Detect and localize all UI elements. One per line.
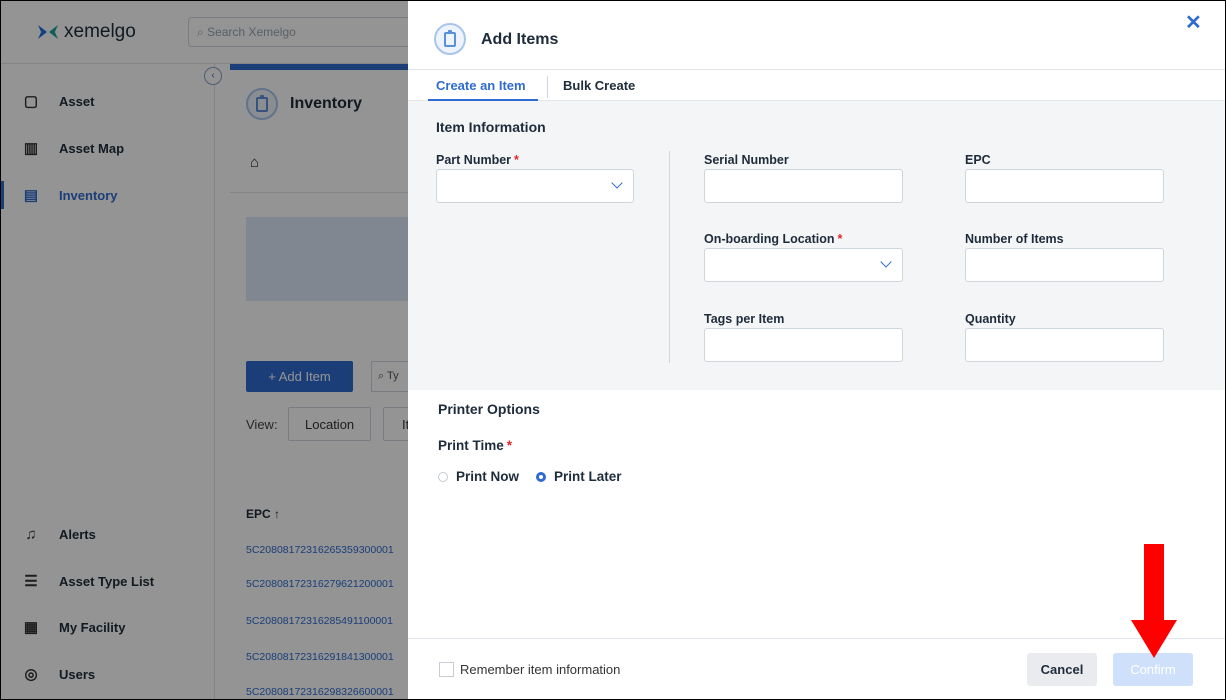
print-time-label-text: Print Time [438, 438, 504, 453]
remember-item-checkbox[interactable] [439, 662, 454, 677]
epc-label: EPC [965, 153, 991, 167]
print-now-label[interactable]: Print Now [456, 469, 519, 484]
part-number-dropdown[interactable] [436, 169, 634, 203]
modal-backdrop[interactable] [0, 0, 408, 700]
print-later-radio[interactable] [536, 471, 546, 482]
onboarding-location-label-text: On-boarding Location [704, 232, 835, 246]
arrow-shaft [1144, 544, 1164, 622]
serial-number-label: Serial Number [704, 153, 789, 167]
tags-per-item-label: Tags per Item [704, 312, 785, 326]
printer-options-title: Printer Options [438, 401, 540, 417]
print-later-label[interactable]: Print Later [554, 469, 622, 484]
number-of-items-label: Number of Items [965, 232, 1064, 246]
item-information-title: Item Information [436, 119, 546, 135]
chevron-down-icon [880, 256, 892, 268]
column-divider [669, 151, 670, 363]
print-time-label: Print Time * [438, 438, 513, 453]
print-time-options: Print Now Print Later [438, 469, 622, 484]
drawer-title: Add Items [481, 31, 559, 48]
tab-create-an-item[interactable]: Create an Item [436, 78, 526, 93]
clipboard-icon [434, 23, 466, 55]
remember-item-label[interactable]: Remember item information [460, 662, 620, 677]
part-number-label-text: Part Number [436, 153, 512, 167]
close-icon[interactable]: ✕ [1185, 10, 1202, 35]
onboarding-location-dropdown[interactable] [704, 248, 903, 282]
epc-field[interactable] [965, 169, 1164, 203]
tags-per-item-field[interactable] [704, 328, 903, 362]
arrow-head [1131, 620, 1177, 658]
drawer-footer: Remember item information Cancel Confirm [408, 638, 1226, 700]
drawer-header: Add Items ✕ [408, 0, 1226, 70]
item-information-section: Item Information Part Number * Serial Num… [408, 101, 1226, 390]
serial-number-field[interactable] [704, 169, 903, 203]
quantity-field[interactable] [965, 328, 1164, 362]
add-items-drawer: Add Items ✕ Create an Item Bulk Create I… [408, 0, 1226, 700]
print-now-radio[interactable] [438, 471, 448, 482]
drawer-tabs: Create an Item Bulk Create [408, 70, 1226, 101]
onboarding-location-label: On-boarding Location * [704, 232, 843, 246]
part-number-label: Part Number * [436, 153, 519, 167]
number-of-items-field[interactable] [965, 248, 1164, 282]
tab-bulk-create[interactable]: Bulk Create [563, 78, 635, 93]
cancel-button[interactable]: Cancel [1027, 653, 1097, 686]
red-arrow-annotation [1131, 544, 1177, 658]
quantity-label: Quantity [965, 312, 1016, 326]
chevron-down-icon [611, 177, 623, 189]
tab-divider [547, 76, 548, 98]
